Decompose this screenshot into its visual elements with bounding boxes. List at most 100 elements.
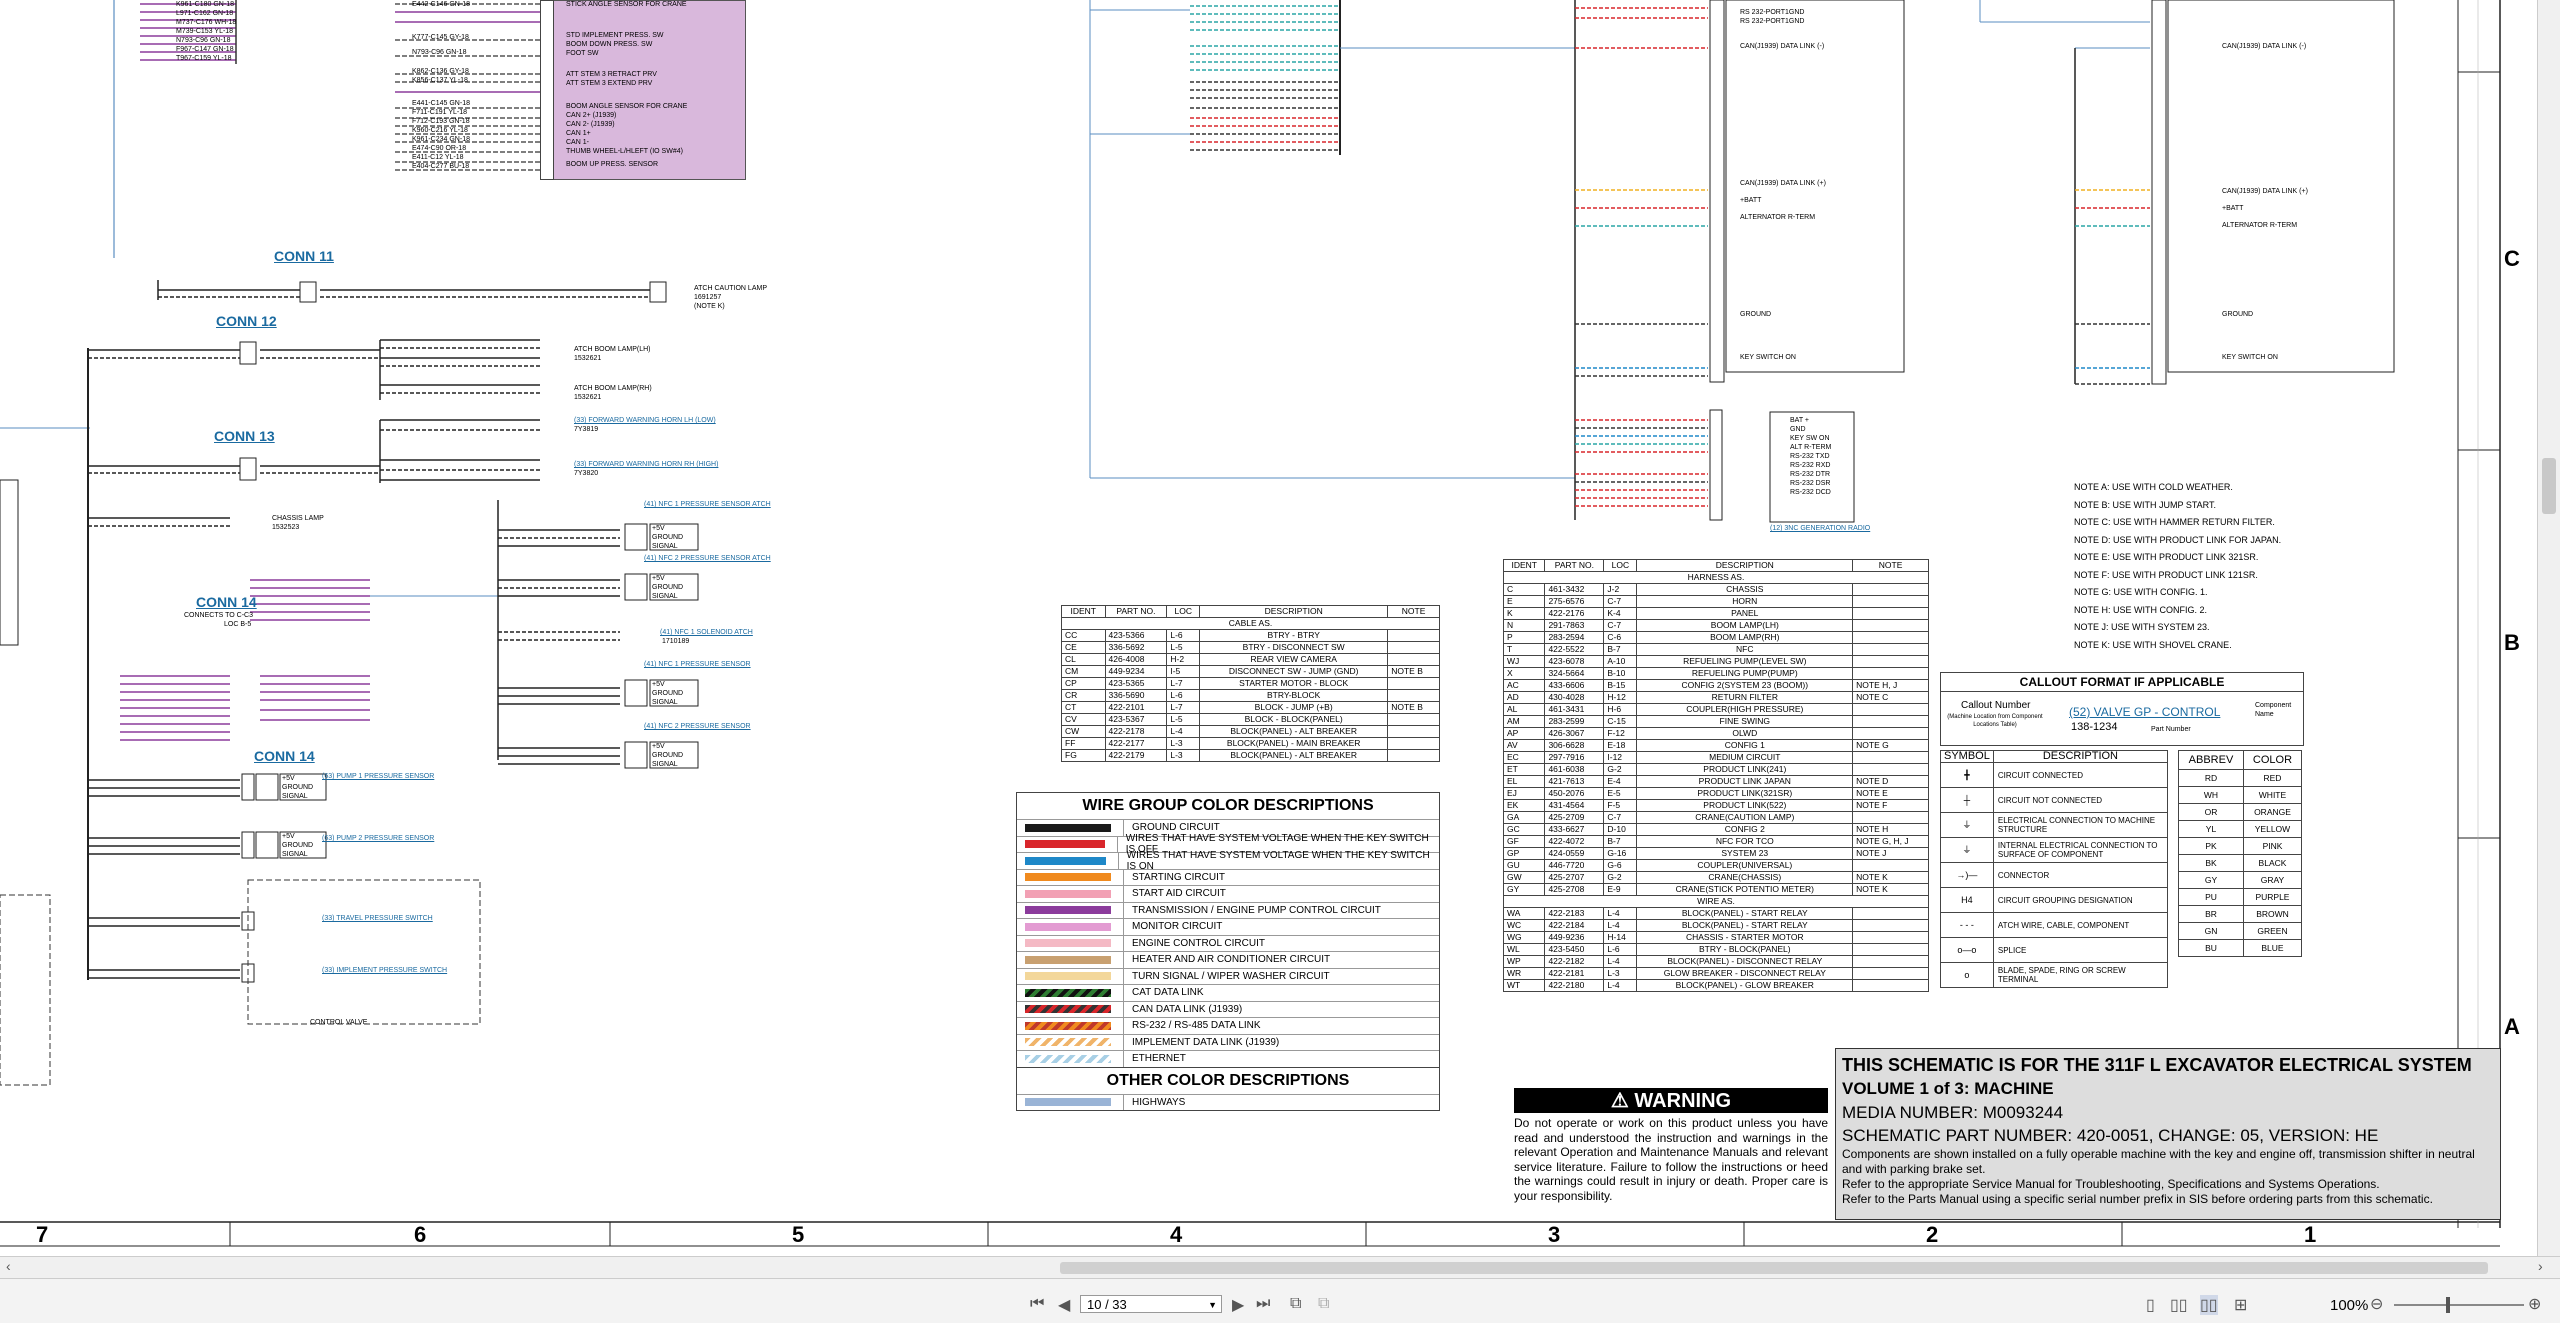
table-cell: CONFIG 2(SYSTEM 23 (BOOM)): [1636, 679, 1854, 692]
conn14b-label[interactable]: CONN 14: [254, 748, 315, 764]
pump2-link[interactable]: (63) PUMP 2 PRESSURE SENSOR: [322, 834, 434, 843]
zoom-out-icon[interactable]: ⊖: [2370, 1294, 2383, 1314]
wire-label: M737-C176 WH-18: [176, 19, 237, 26]
fit-page-icon[interactable]: ⊞: [2234, 1295, 2247, 1315]
table-cell: BOOM LAMP(LH): [1636, 619, 1854, 632]
component-part: 7Y3820: [574, 470, 599, 477]
table-cell: NOTE K: [1852, 883, 1929, 896]
vertical-scroll-thumb[interactable]: [2542, 458, 2556, 514]
warning-icon: ⚠: [1610, 1090, 1629, 1112]
prev-page-icon[interactable]: ◀: [1058, 1295, 1070, 1315]
sc3-radio-link[interactable]: (12) 3NC GENERATION RADIO: [1770, 524, 1870, 533]
table-cell: 422-2180: [1544, 979, 1605, 992]
wire-group-name: WIRES THAT HAVE SYSTEM VOLTAGE WHEN THE …: [1117, 850, 1439, 872]
continuous-view-icon[interactable]: ▯▯: [2170, 1295, 2188, 1315]
single-page-view-icon[interactable]: ▯: [2146, 1295, 2155, 1315]
scroll-left-icon[interactable]: ‹: [6, 1258, 11, 1274]
warning-title: WARNING: [1634, 1090, 1732, 1112]
paste-icon[interactable]: ⧉: [1318, 1295, 1329, 1313]
symbol-row: H4 CIRCUIT GROUPING DESIGNATION: [1940, 887, 2169, 913]
horn-rh: (33) FORWARD WARNING HORN RH (HIGH) 7Y38…: [574, 460, 718, 478]
zoom-in-icon[interactable]: ⊕: [2528, 1294, 2541, 1314]
horn-lh-link[interactable]: (33) FORWARD WARNING HORN LH (LOW): [574, 416, 716, 425]
table-cell: AC: [1502, 679, 1546, 692]
table-cell: [1852, 667, 1929, 680]
sc3-item: RS-232 TXD: [1790, 453, 1830, 460]
wire-label: K777-C145 GY-18: [412, 34, 469, 41]
table-cell: 433-6606: [1544, 679, 1605, 692]
color-swatch: [1025, 873, 1111, 882]
sc3-item: ALT R-TERM: [1790, 444, 1832, 451]
abbrev-color: BLUE: [2242, 939, 2303, 957]
wire-label: N793-C96 GN-18: [412, 49, 467, 56]
table-cell: CT: [1061, 701, 1106, 714]
control-valve-label: CONTROL VALVE: [310, 1019, 368, 1026]
table-cell: 422-2179: [1104, 749, 1168, 762]
page-select[interactable]: 10 / 33 ▼: [1080, 1295, 1222, 1313]
table-cell: CRANE(CAUTION LAMP): [1636, 811, 1854, 824]
ps-nfc2-link[interactable]: (41) NFC 2 PRESSURE SENSOR: [644, 722, 751, 731]
horn-rh-link[interactable]: (33) FORWARD WARNING HORN RH (HIGH): [574, 460, 718, 469]
impl-sw-link[interactable]: (33) IMPLEMENT PRESSURE SWITCH: [322, 966, 447, 975]
abbrev-color: GRAY: [2242, 871, 2303, 889]
table-row: WR 422-2181 L-3 GLOW BREAKER - DISCONNECT R…: [1502, 967, 1929, 980]
table-cell: G-2: [1603, 763, 1638, 776]
first-page-icon[interactable]: ⏮: [1030, 1295, 1044, 1313]
zoom-slider[interactable]: [2394, 1297, 2524, 1313]
facing-view-icon[interactable]: ▯▯: [2200, 1295, 2218, 1315]
scroll-right-icon[interactable]: ›: [2538, 1258, 2543, 1274]
horizontal-scroll-thumb[interactable]: [1060, 1262, 2488, 1274]
ps-nfc1-link[interactable]: (41) NFC 1 PRESSURE SENSOR: [644, 660, 751, 669]
zoom-slider-thumb[interactable]: [2446, 1297, 2450, 1313]
callout-example-link[interactable]: (52) VALVE GP - CONTROL: [2069, 705, 2220, 719]
table-cell: [1852, 859, 1929, 872]
table-cell: 297-7916: [1544, 751, 1605, 764]
color-swatch: [1025, 856, 1106, 865]
color-swatch: [1025, 939, 1111, 948]
color-swatch: [1025, 922, 1111, 931]
table-row: EJ 450-2076 E-5 PRODUCT LINK(321SR) NOTE E: [1502, 787, 1929, 800]
table-cell: [1387, 689, 1440, 702]
abbrev-code: GY: [2178, 871, 2244, 889]
component-part: 1532523: [272, 524, 300, 531]
table-cell: PRODUCT LINK(522): [1636, 799, 1854, 812]
abbrev-color: RED: [2242, 769, 2303, 787]
table-cell: J-2: [1603, 583, 1638, 596]
last-page-icon[interactable]: ⏭: [1256, 1295, 1270, 1313]
component-part: 1532621: [574, 355, 602, 362]
symbol-glyph: ╋: [1940, 762, 1994, 788]
component-part: 1691257: [694, 294, 722, 301]
wire-group-row: IMPLEMENT DATA LINK (J1939): [1017, 1033, 1439, 1050]
vertical-scrollbar[interactable]: [2537, 0, 2560, 1256]
symbol-desc: SPLICE: [1992, 937, 2169, 963]
conn14-label[interactable]: CONN 14: [196, 594, 257, 610]
conn11-label[interactable]: CONN 11: [274, 248, 334, 264]
table-cell: CONFIG 2: [1636, 823, 1854, 836]
ruler-col-4: 4: [1170, 1222, 1183, 1247]
table-cell: I-5: [1166, 665, 1201, 678]
table-cell: B-7: [1603, 835, 1638, 848]
table-cell: 431-4564: [1544, 799, 1605, 812]
ps-atch2-link[interactable]: (41) NFC 2 PRESSURE SENSOR ATCH: [644, 554, 771, 563]
pin-label: GROUND: [652, 752, 684, 759]
table-cell: PRODUCT LINK JAPAN: [1636, 775, 1854, 788]
table-cell: 450-2076: [1544, 787, 1605, 800]
table-cell: 283-2594: [1544, 631, 1605, 644]
horizontal-scrollbar[interactable]: ‹ ›: [0, 1256, 2560, 1279]
table-cell: [1852, 979, 1929, 992]
pin-label: SIGNAL: [652, 543, 678, 550]
table-cell: B-10: [1603, 667, 1638, 680]
conn12-label[interactable]: CONN 12: [216, 313, 277, 329]
ps-atch1-link[interactable]: (41) NFC 1 PRESSURE SENSOR ATCH: [644, 500, 771, 509]
next-page-icon[interactable]: ▶: [1232, 1295, 1244, 1315]
conn13-label[interactable]: CONN 13: [214, 428, 275, 444]
abbrev-color: PINK: [2242, 837, 2303, 855]
table-cell: WL: [1502, 943, 1546, 956]
travel-sw-link[interactable]: (33) TRAVEL PRESSURE SWITCH: [322, 914, 433, 923]
pump1-link[interactable]: (63) PUMP 1 PRESSURE SENSOR: [322, 772, 434, 781]
component-part: 1532621: [574, 394, 602, 401]
table-cell: L-3: [1166, 749, 1201, 762]
copy-icon[interactable]: ⧉: [1290, 1295, 1301, 1313]
color-swatch: [1025, 1098, 1111, 1107]
solenoid-atch-link[interactable]: (41) NFC 1 SOLENOID ATCH: [660, 628, 753, 637]
